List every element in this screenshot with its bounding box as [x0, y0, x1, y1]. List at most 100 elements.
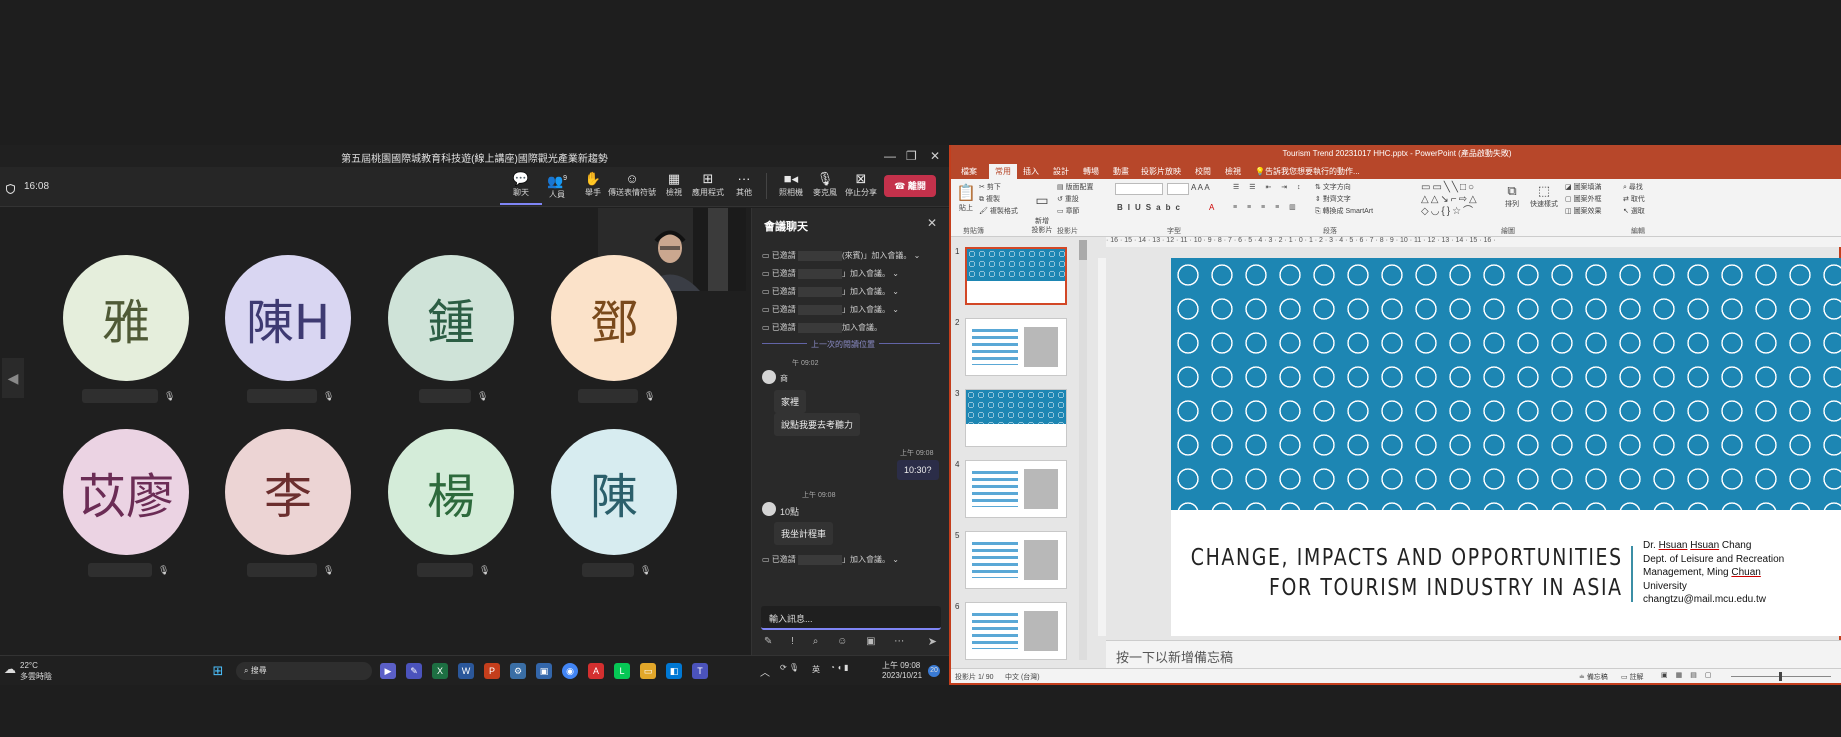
- tab-review[interactable]: 校閱: [1195, 166, 1211, 177]
- slide-author-block[interactable]: Dr. Hsuan Hsuan Chang Dept. of Leisure a…: [1643, 539, 1784, 607]
- participant-avatar[interactable]: 李: [225, 429, 351, 555]
- copy-button[interactable]: ⧉ 複製: [979, 194, 1018, 206]
- zoom-slider-thumb[interactable]: [1779, 672, 1782, 681]
- notes-toggle[interactable]: ≐ 備忘稿: [1579, 672, 1608, 682]
- compose-toolbar[interactable]: ✎ ! ⌕ ☺ ▣ ⋯: [764, 636, 912, 647]
- shape-effects-button[interactable]: ◫ 圖案效果: [1565, 206, 1602, 218]
- send-icon[interactable]: ➤: [928, 635, 937, 648]
- clipboard-icon: 📋: [956, 185, 976, 202]
- scrollbar-thumb[interactable]: [1079, 240, 1087, 260]
- slide-thumbnail[interactable]: [965, 602, 1067, 660]
- message-input[interactable]: 輸入訊息...: [761, 606, 941, 630]
- pdf-reader-icon[interactable]: A: [588, 663, 604, 679]
- tab-animations[interactable]: 動畫: [1113, 166, 1129, 177]
- chat-message: 說點我要去考聽力: [774, 413, 861, 436]
- stop-share-button[interactable]: ⊠ 停止分享: [840, 171, 882, 198]
- slide-thumbnail[interactable]: [965, 247, 1067, 305]
- thumbnail-scrollbar[interactable]: [1079, 240, 1087, 660]
- close-icon[interactable]: ✕: [927, 216, 937, 230]
- tab-transitions[interactable]: 轉場: [1083, 166, 1099, 177]
- excel-icon[interactable]: X: [432, 663, 448, 679]
- maximize-icon[interactable]: ❐: [906, 149, 917, 163]
- font-name-select[interactable]: [1115, 183, 1163, 195]
- shape-outline-button[interactable]: ▢ 圖案外框: [1565, 194, 1602, 206]
- clock-time[interactable]: 上午 09:08: [882, 660, 920, 671]
- align-buttons[interactable]: ≡ ≡ ≡ ≡ ▥: [1233, 203, 1300, 211]
- participant-avatar[interactable]: 鄧: [551, 255, 677, 381]
- tab-file[interactable]: 檔案: [961, 166, 977, 177]
- participant-avatar[interactable]: 雅: [63, 255, 189, 381]
- tab-insert[interactable]: 插入: [1023, 166, 1039, 177]
- comments-toggle[interactable]: ▭ 註解: [1621, 672, 1644, 682]
- participant-avatar[interactable]: 楊: [388, 429, 514, 555]
- ime-lang[interactable]: 英: [812, 664, 820, 675]
- replace-button[interactable]: ⇄ 取代: [1623, 194, 1645, 206]
- text-direction-button[interactable]: ⇅ 文字方向: [1315, 182, 1373, 194]
- mic-muted-icon: 🎙: [323, 565, 335, 575]
- windows-start-icon[interactable]: ⊞: [210, 663, 226, 679]
- new-slide-button[interactable]: ▭ 新增 投影片: [1029, 183, 1055, 244]
- participant-avatar[interactable]: 陳: [551, 429, 677, 555]
- cut-button[interactable]: ✂ 剪下: [979, 182, 1018, 194]
- minimize-icon[interactable]: —: [884, 149, 896, 163]
- select-button[interactable]: ↖ 選取: [1623, 206, 1645, 218]
- align-text-button[interactable]: ⇕ 對齊文字: [1315, 194, 1373, 206]
- thumbnail-content: [972, 542, 1018, 578]
- slide-thumbnail[interactable]: [965, 531, 1067, 589]
- clock-date[interactable]: 2023/10/21: [882, 671, 922, 680]
- tab-home[interactable]: 常用: [989, 164, 1017, 179]
- close-icon[interactable]: ✕: [930, 149, 940, 163]
- tab-slideshow[interactable]: 投影片放映: [1141, 166, 1181, 177]
- leave-button[interactable]: ☎ 離開: [884, 175, 936, 197]
- powerpoint-icon[interactable]: P: [484, 663, 500, 679]
- tab-design[interactable]: 設計: [1053, 166, 1069, 177]
- tab-view[interactable]: 檢視: [1225, 166, 1241, 177]
- font-style-buttons[interactable]: BIUSabc: [1117, 203, 1185, 212]
- chrome-icon[interactable]: ◉: [562, 663, 578, 679]
- notes-pane[interactable]: 按一下以新增備忘稿: [1106, 640, 1841, 668]
- participant-avatar[interactable]: 鍾: [388, 255, 514, 381]
- shape-fill-button[interactable]: ◪ 圖案填滿: [1565, 182, 1602, 194]
- more-button[interactable]: ··· 其他: [723, 171, 765, 198]
- settings-icon[interactable]: ⚙: [510, 663, 526, 679]
- system-tray-icons[interactable]: ⟳ 🎙: [780, 663, 799, 672]
- network-volume-icons[interactable]: ◔ ◖ ▮: [830, 663, 849, 672]
- font-size-buttons[interactable]: A A A: [1191, 183, 1210, 192]
- reset-button[interactable]: ↺ 重設: [1057, 194, 1094, 206]
- taskbar-search[interactable]: ⌕ 搜尋: [236, 662, 372, 680]
- smartart-button[interactable]: ⎘ 轉換成 SmartArt: [1315, 206, 1373, 218]
- paragraph-buttons[interactable]: ☰ ☰ ⇤ ⇥ ↕: [1233, 183, 1305, 191]
- chevron-left-icon[interactable]: ◀: [2, 358, 24, 398]
- app-icon[interactable]: ◧: [666, 663, 682, 679]
- shapes-gallery[interactable]: ▭▭╲╲□○ △△↘⌐⇨△ ◇◡{}☆⌒: [1421, 182, 1495, 222]
- slide-title[interactable]: CHANGE, IMPACTS AND OPPORTUNITIES FOR TO…: [1191, 543, 1623, 603]
- emoji-button[interactable]: ☺ 傳送表情符號: [608, 171, 656, 198]
- file-explorer-icon[interactable]: ▭: [640, 663, 656, 679]
- view-mode-buttons[interactable]: ▣▦▤▢: [1661, 671, 1719, 679]
- find-button[interactable]: ⌕ 尋找: [1623, 182, 1645, 194]
- font-color-button[interactable]: A: [1209, 203, 1214, 212]
- layout-button[interactable]: ▤ 版面配置: [1057, 182, 1094, 194]
- format-painter-button[interactable]: 🖌 複製格式: [979, 206, 1018, 218]
- tell-me-box[interactable]: 💡告訴我您想要執行的動作...: [1255, 166, 1360, 177]
- participant-avatar[interactable]: 陳H: [225, 255, 351, 381]
- app-icon[interactable]: ▣: [536, 663, 552, 679]
- participant-avatar[interactable]: 苡廖: [63, 429, 189, 555]
- teams-chat-app-icon[interactable]: ▶: [380, 663, 396, 679]
- slide-canvas[interactable]: CHANGE, IMPACTS AND OPPORTUNITIES FOR TO…: [1171, 258, 1841, 636]
- app-icon[interactable]: ✎: [406, 663, 422, 679]
- notification-badge[interactable]: 20: [928, 665, 940, 677]
- slide-thumbnail[interactable]: [965, 318, 1067, 376]
- line-app-icon[interactable]: L: [614, 663, 630, 679]
- section-button[interactable]: ▭ 章節: [1057, 206, 1094, 218]
- slide-thumbnail[interactable]: [965, 460, 1067, 518]
- teams-icon[interactable]: T: [692, 663, 708, 679]
- paste-button[interactable]: 📋 貼上: [955, 183, 977, 213]
- word-icon[interactable]: W: [458, 663, 474, 679]
- quick-styles-button[interactable]: ⬚ 快速樣式: [1529, 183, 1559, 209]
- chevron-up-icon[interactable]: ︿: [760, 664, 770, 679]
- font-size-select[interactable]: [1167, 183, 1189, 195]
- slide-thumbnail[interactable]: [965, 389, 1067, 447]
- language-status[interactable]: 中文 (台灣): [1005, 672, 1040, 682]
- arrange-button[interactable]: ⧉ 排列: [1501, 183, 1523, 209]
